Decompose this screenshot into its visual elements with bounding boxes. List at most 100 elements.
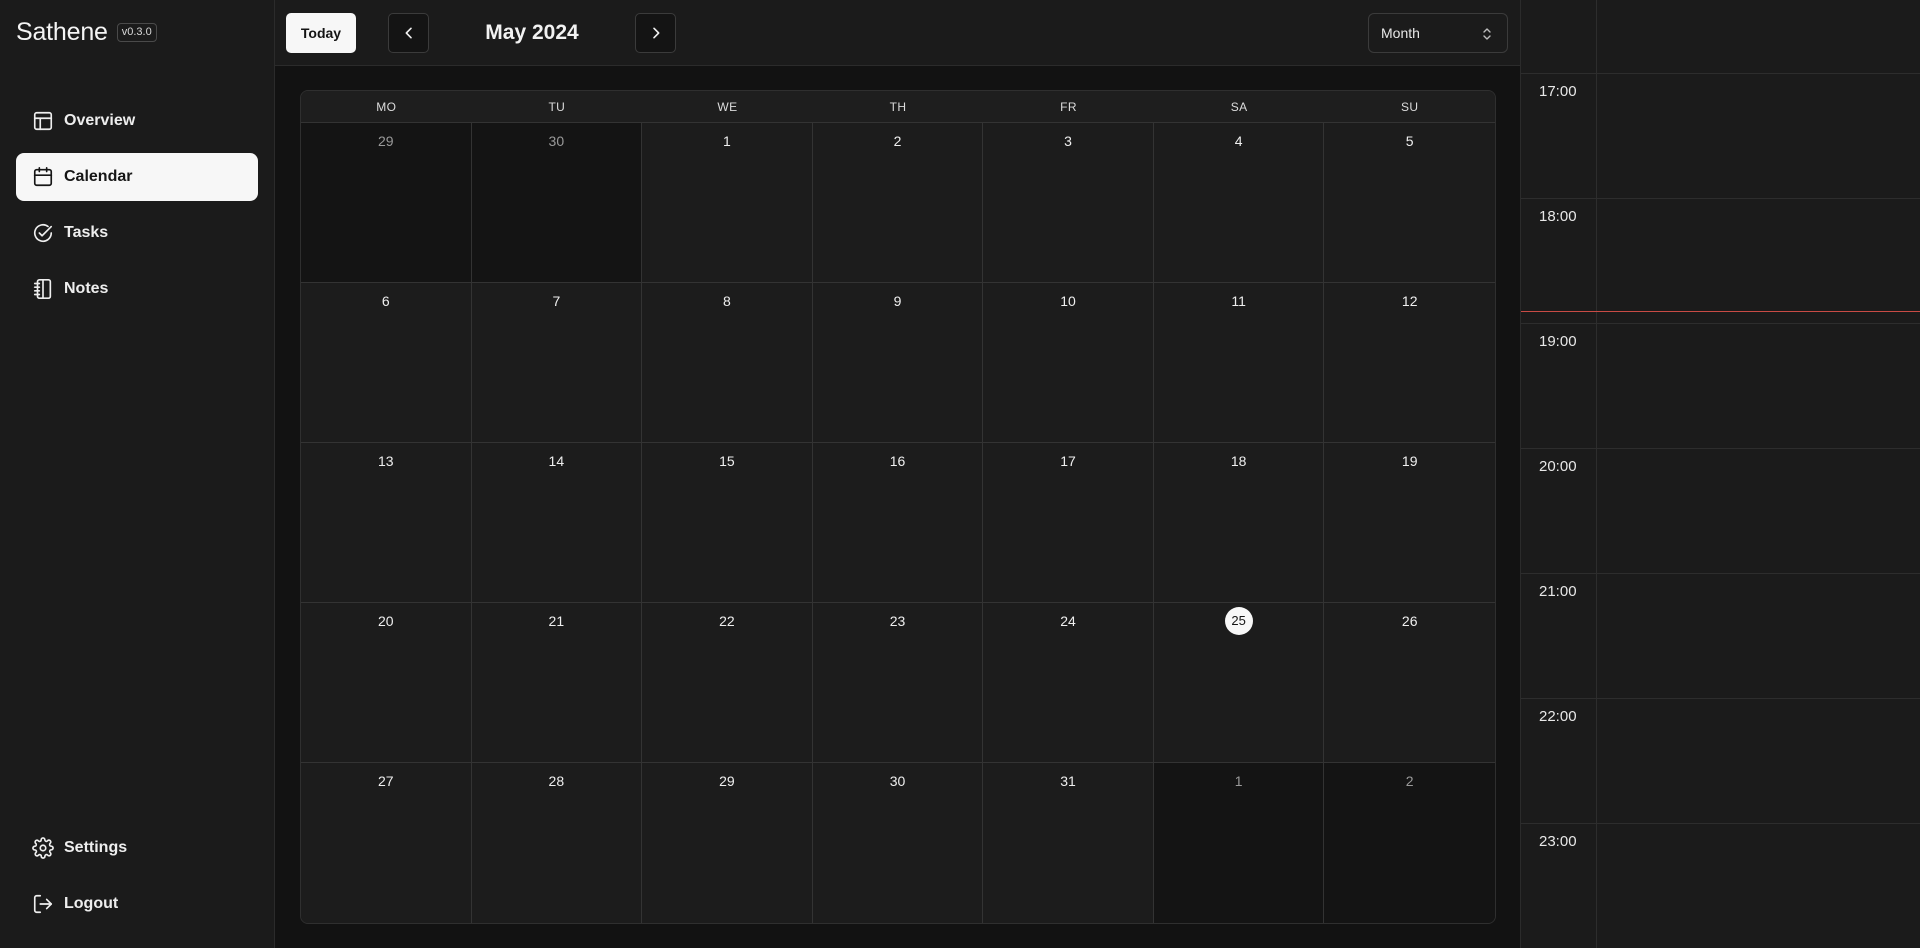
day-cell[interactable]: 29 — [301, 123, 472, 283]
day-cell[interactable]: 13 — [301, 443, 472, 603]
sidebar-item-calendar[interactable]: Calendar — [16, 153, 258, 201]
day-cell[interactable]: 30 — [812, 763, 984, 923]
current-time-indicator — [1521, 311, 1920, 312]
sidebar-item-notes[interactable]: Notes — [16, 265, 258, 313]
day-cell[interactable]: 30 — [471, 123, 643, 283]
sidebar-nav: Overview Calendar Tasks Notes — [16, 97, 258, 321]
day-cell[interactable]: 12 — [1324, 283, 1495, 443]
day-number: 6 — [381, 293, 390, 309]
day-cell[interactable]: 15 — [642, 443, 813, 603]
day-number: 2 — [1405, 773, 1414, 789]
day-cell[interactable]: 10 — [983, 283, 1154, 443]
day-cell[interactable]: 23 — [812, 603, 984, 763]
day-number: 16 — [889, 453, 906, 469]
month-title: May 2024 — [485, 21, 579, 44]
hour-label: 20:00 — [1539, 458, 1577, 475]
day-cell[interactable]: 6 — [301, 283, 472, 443]
day-timeline[interactable]: 17:00 18:00 19:00 20:00 21:00 22:00 23:00 — [1520, 0, 1920, 948]
day-number: 18 — [1230, 453, 1247, 469]
day-number: 14 — [548, 453, 565, 469]
sidebar-item-settings[interactable]: Settings — [16, 824, 258, 872]
day-number: 9 — [893, 293, 902, 309]
day-number: 7 — [552, 293, 561, 309]
next-month-button[interactable] — [635, 13, 676, 53]
hour-line — [1521, 823, 1920, 824]
day-cell[interactable]: 2 — [812, 123, 984, 283]
day-cell[interactable]: 24 — [983, 603, 1154, 763]
day-number: 31 — [1060, 773, 1076, 789]
app-name: Sathene — [16, 18, 108, 46]
previous-month-button[interactable] — [388, 13, 429, 53]
day-cell[interactable]: 18 — [1153, 443, 1325, 603]
day-cell[interactable]: 8 — [642, 283, 813, 443]
calendar-main: Today May 2024 Month MO TU WE TH FR SA S… — [275, 0, 1520, 948]
hour-label: 23:00 — [1539, 833, 1577, 850]
day-cell[interactable]: 20 — [301, 603, 472, 763]
weekday-label: WE — [717, 100, 738, 114]
day-cell[interactable]: 16 — [812, 443, 984, 603]
app-root: Sathene v0.3.0 Overview Calendar Tasks N… — [0, 0, 1920, 948]
logout-icon — [32, 893, 54, 915]
day-number: 17 — [1060, 453, 1076, 469]
day-cell[interactable]: 31 — [983, 763, 1154, 923]
hour-line — [1521, 323, 1920, 324]
month-days: 29 30 1 2 3 4 5 6 7 8 9 10 11 12 13 14 15 16 17 18 19 20 21 22 2… — [301, 123, 1495, 923]
version-badge: v0.3.0 — [116, 23, 157, 42]
day-number: 25 — [1224, 607, 1253, 635]
sidebar-item-label: Tasks — [64, 224, 109, 241]
day-cell[interactable]: 7 — [471, 283, 643, 443]
day-cell[interactable]: 14 — [471, 443, 643, 603]
day-number: 21 — [548, 613, 565, 629]
day-cell[interactable]: 9 — [812, 283, 984, 443]
day-cell[interactable]: 3 — [983, 123, 1154, 283]
sidebar-item-label: Logout — [64, 895, 119, 912]
month-grid: MO TU WE TH FR SA SU 29 30 1 2 3 4 5 6 7 8 9 10 11 12 13 14 15… — [300, 90, 1496, 924]
day-cell[interactable]: 28 — [471, 763, 643, 923]
day-cell[interactable]: 2 — [1324, 763, 1495, 923]
day-number: 29 — [719, 773, 735, 789]
day-cell[interactable]: 1 — [642, 123, 813, 283]
sidebar-bottom-nav: Settings Logout — [16, 824, 258, 936]
view-select-value: Month — [1381, 25, 1420, 41]
weekday-label: TU — [548, 100, 566, 114]
day-number: 24 — [1060, 613, 1076, 629]
layout-icon — [32, 110, 54, 132]
weekday-label: MO — [376, 100, 397, 114]
day-cell[interactable]: 19 — [1324, 443, 1495, 603]
day-cell[interactable]: 26 — [1324, 603, 1495, 763]
day-number: 1 — [1234, 773, 1243, 789]
day-number: 12 — [1401, 293, 1418, 309]
day-cell[interactable]: 1 — [1153, 763, 1325, 923]
sidebar-item-logout[interactable]: Logout — [16, 880, 258, 928]
day-number: 23 — [889, 613, 906, 629]
day-cell[interactable]: 29 — [642, 763, 813, 923]
day-cell[interactable]: 11 — [1153, 283, 1325, 443]
brand: Sathene v0.3.0 — [16, 18, 157, 47]
hour-line — [1521, 198, 1920, 199]
weekday-label: TH — [889, 100, 907, 114]
day-number: 19 — [1401, 453, 1418, 469]
day-number: 5 — [1405, 133, 1414, 149]
day-cell-today[interactable]: 25 — [1153, 603, 1325, 763]
sidebar-item-label: Calendar — [64, 168, 133, 185]
gear-icon — [32, 837, 54, 859]
day-number: 20 — [377, 613, 394, 629]
day-cell[interactable]: 5 — [1324, 123, 1495, 283]
chevron-left-icon — [405, 27, 412, 39]
view-select[interactable]: Month — [1368, 13, 1508, 53]
notebook-icon — [32, 278, 54, 300]
sidebar-item-tasks[interactable]: Tasks — [16, 209, 258, 257]
day-cell[interactable]: 4 — [1153, 123, 1325, 283]
day-cell[interactable]: 22 — [642, 603, 813, 763]
today-button[interactable]: Today — [286, 13, 356, 53]
day-cell[interactable]: 27 — [301, 763, 472, 923]
weekday-header: MO TU WE TH FR SA SU — [301, 91, 1495, 123]
calendar-toolbar: Today May 2024 Month — [275, 0, 1520, 66]
sidebar-item-overview[interactable]: Overview — [16, 97, 258, 145]
day-number: 10 — [1060, 293, 1076, 309]
hour-line — [1521, 698, 1920, 699]
day-cell[interactable]: 21 — [471, 603, 643, 763]
hour-line — [1521, 573, 1920, 574]
day-cell[interactable]: 17 — [983, 443, 1154, 603]
weekday-label: SU — [1400, 100, 1419, 114]
